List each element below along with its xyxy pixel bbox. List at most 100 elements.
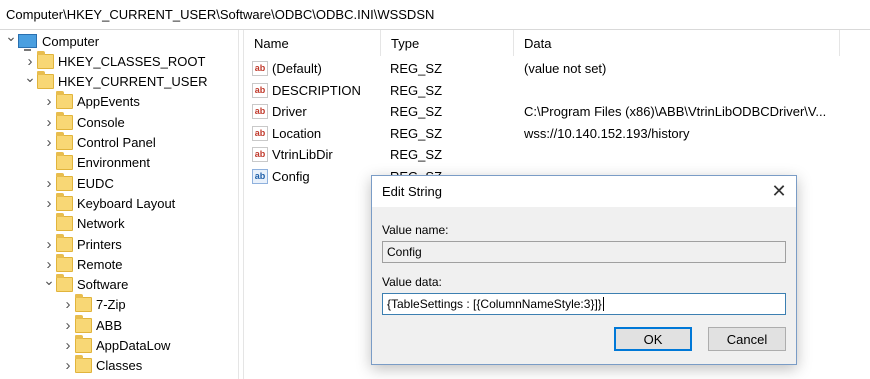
column-header-name[interactable]: Name xyxy=(244,30,381,56)
chevron-right-icon[interactable]: › xyxy=(42,173,56,193)
tree-node[interactable]: Environment xyxy=(42,152,150,173)
tree-node-label: Software xyxy=(77,277,129,293)
value-data-cell: wss://10.140.152.193/history xyxy=(524,125,690,141)
tree-node-label: Classes xyxy=(96,358,143,374)
value-name-label: Value name: xyxy=(382,223,449,237)
table-row[interactable]: ab (Default) REG_SZ (value not set) xyxy=(244,58,870,79)
dialog-title: Edit String xyxy=(382,184,442,199)
column-header-data[interactable]: Data xyxy=(514,30,840,56)
chevron-down-icon[interactable]: ⌄ xyxy=(4,30,18,48)
chevron-right-icon[interactable]: › xyxy=(42,112,56,132)
value-name-cell: ab DESCRIPTION xyxy=(252,80,361,101)
chevron-right-icon[interactable]: › xyxy=(61,336,75,356)
tree-node[interactable]: › Classes xyxy=(61,355,143,376)
chevron-right-icon[interactable]: › xyxy=(61,295,75,315)
table-row[interactable]: ab Driver REG_SZ C:\Program Files (x86)\ABB… xyxy=(244,101,870,122)
tree-node[interactable]: › Printers xyxy=(42,233,122,254)
tree-node[interactable]: › EUDC xyxy=(42,172,114,193)
text-caret xyxy=(602,297,604,311)
value-type-cell: REG_SZ xyxy=(390,147,443,162)
value-name: VtrinLibDir xyxy=(272,147,333,162)
chevron-right-icon[interactable]: › xyxy=(42,133,56,153)
tree-node-label: Computer xyxy=(42,33,100,49)
config-value-icon: ab xyxy=(252,168,268,184)
tree-node[interactable]: Network xyxy=(42,213,125,234)
value-data-cell: C:\Program Files (x86)\ABB\VtrinLibODBCD… xyxy=(524,104,827,119)
folder-icon xyxy=(75,314,92,333)
value-name: DESCRIPTION xyxy=(272,82,361,98)
tree-node[interactable]: ⌄ HKEY_CURRENT_USER xyxy=(23,69,208,92)
folder-icon xyxy=(75,294,92,313)
value-data-label: Value data: xyxy=(382,275,442,289)
folder-icon xyxy=(56,213,73,232)
value-type-cell: REG_SZ xyxy=(390,61,443,76)
chevron-right-icon[interactable]: › xyxy=(42,234,56,254)
tree-node-label: Control Panel xyxy=(77,135,156,150)
tree-node[interactable]: › AppEvents xyxy=(42,91,140,112)
tree-node-label: 7-Zip xyxy=(96,297,126,313)
folder-icon xyxy=(56,91,73,110)
string-value-icon: ab xyxy=(252,104,268,119)
folder-icon xyxy=(56,152,73,171)
value-name: Driver xyxy=(272,104,307,119)
column-header-type-label: Type xyxy=(391,35,420,51)
table-row[interactable]: ab VtrinLibDir REG_SZ xyxy=(244,144,870,165)
value-name-cell: ab Driver xyxy=(252,101,307,122)
folder-icon xyxy=(56,132,73,150)
chevron-right-icon[interactable]: › xyxy=(61,315,75,335)
tree-node[interactable]: ⌄ Software xyxy=(42,272,129,295)
registry-tree[interactable]: ⌄ Computer › HKEY_CLASSES_ROOT ⌄ HKEY_CURRENT… xyxy=(0,30,238,379)
folder-icon xyxy=(56,253,73,272)
value-name-text: Config xyxy=(387,245,422,259)
chevron-down-icon[interactable]: ⌄ xyxy=(42,272,56,292)
close-icon[interactable]: ✕ xyxy=(768,180,790,202)
computer-icon xyxy=(18,34,37,51)
folder-icon xyxy=(56,192,73,211)
tree-node[interactable]: › Control Panel xyxy=(42,132,156,153)
dialog-title-bar[interactable]: Edit String ✕ xyxy=(372,176,796,207)
chevron-down-icon[interactable]: ⌄ xyxy=(23,69,37,89)
tree-node[interactable]: › 7-Zip xyxy=(61,294,126,315)
tree-node-label: HKEY_CURRENT_USER xyxy=(58,74,208,90)
tree-node[interactable]: ⌄ Computer xyxy=(4,30,100,51)
value-name-cell: ab (Default) xyxy=(252,58,322,79)
tree-node[interactable]: › ABB xyxy=(61,314,122,335)
value-name-cell: ab VtrinLibDir xyxy=(252,144,333,165)
tree-node-label: HKEY_CLASSES_ROOT xyxy=(58,53,206,69)
value-name: Config xyxy=(272,168,310,184)
string-value-icon: ab xyxy=(252,147,268,162)
folder-icon xyxy=(75,355,92,374)
column-header-type[interactable]: Type xyxy=(381,30,514,56)
chevron-right-icon[interactable]: › xyxy=(42,193,56,213)
ok-button[interactable]: OK xyxy=(614,327,692,351)
value-name: Location xyxy=(272,125,322,141)
tree-node-label: AppEvents xyxy=(77,94,140,110)
tree-node-label: Network xyxy=(77,216,125,232)
value-name-cell: ab Config xyxy=(252,166,310,187)
tree-node[interactable]: › Console xyxy=(42,111,125,132)
tree-node-label: Environment xyxy=(77,155,150,171)
tree-node-label: Console xyxy=(77,114,125,130)
cancel-button[interactable]: Cancel xyxy=(708,327,786,351)
folder-icon xyxy=(75,335,92,353)
tree-node-label: Keyboard Layout xyxy=(77,195,176,211)
folder-icon xyxy=(56,172,73,191)
tree-node-label: Remote xyxy=(77,256,123,272)
table-row[interactable]: ab Location REG_SZ wss://10.140.152.193/his… xyxy=(244,123,870,144)
value-data-field[interactable]: {TableSettings : [{ColumnNameStyle:3}]} xyxy=(382,293,786,315)
tree-node[interactable]: › Keyboard Layout xyxy=(42,192,176,213)
string-value-icon: ab xyxy=(252,61,268,76)
chevron-right-icon[interactable]: › xyxy=(61,356,75,376)
table-row[interactable]: ab DESCRIPTION REG_SZ xyxy=(244,80,870,101)
tree-node[interactable]: › HKEY_CLASSES_ROOT xyxy=(23,50,206,71)
value-data-text: {TableSettings : [{ColumnNameStyle:3}]} xyxy=(387,297,602,311)
value-type-cell: REG_SZ xyxy=(390,82,443,98)
column-header-name-label: Name xyxy=(254,35,289,51)
chevron-right-icon[interactable]: › xyxy=(42,92,56,112)
tree-node[interactable]: › AppDataLow xyxy=(61,335,170,356)
address-bar[interactable]: Computer\HKEY_CURRENT_USER\Software\ODBC… xyxy=(0,0,870,30)
dialog-body: Value name: Config Value data: {TableSet… xyxy=(372,207,796,364)
folder-icon xyxy=(37,50,54,69)
